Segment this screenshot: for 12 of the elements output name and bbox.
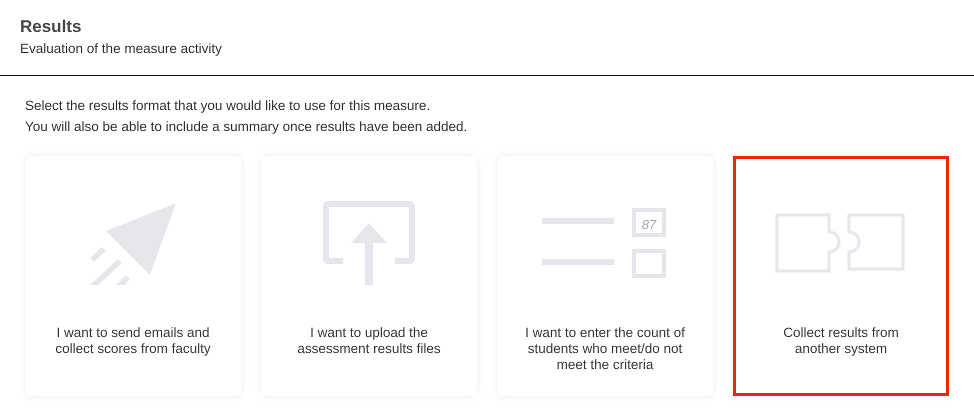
- instruction-text: Select the results format that you would like to use for this measure.: [25, 97, 432, 115]
- upload-icon: [323, 201, 415, 285]
- puzzle-icon: [775, 213, 907, 273]
- number-text: 87: [642, 217, 656, 232]
- paper-plane-icon: [88, 201, 178, 285]
- page-subtitle: Evaluation of the measure activity: [20, 41, 223, 56]
- instruction-text: You will also be able to include a summary once results have been added.: [25, 118, 468, 136]
- option-card[interactable]: I want to upload the assessment results files: [261, 156, 477, 396]
- option-card[interactable]: Collect results from another system: [733, 156, 949, 396]
- option-card[interactable]: 87 I want to enter the count of students who meet/do not meet the criteria: [497, 156, 713, 396]
- page-title: Results: [20, 17, 82, 37]
- option-card[interactable]: I want to send emails and collect scores from faculty: [25, 156, 241, 396]
